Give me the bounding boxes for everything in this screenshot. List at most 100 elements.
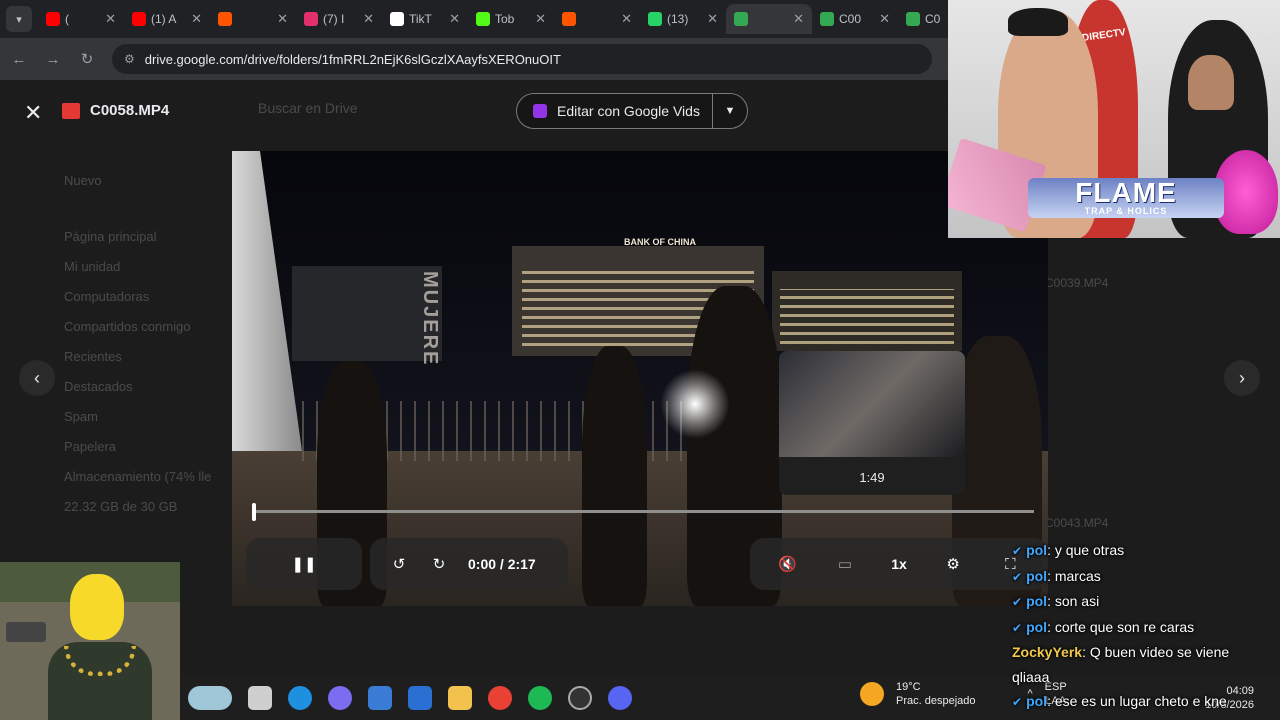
chat-text: : y que otras — [1047, 542, 1125, 558]
playback-speed[interactable]: 1x — [891, 556, 907, 572]
verified-badge-icon: ✔ — [1012, 569, 1023, 584]
copilot-icon[interactable] — [328, 686, 352, 710]
reload-icon[interactable]: ↻ — [78, 50, 96, 68]
file-explorer-icon[interactable] — [448, 686, 472, 710]
chat-text: qliaaa — [1012, 668, 1050, 685]
close-tab-icon[interactable]: ✕ — [449, 11, 460, 27]
browser-tab[interactable]: C00 ✕ — [812, 4, 898, 34]
webcam-person-hair — [1008, 8, 1068, 36]
close-viewer-icon[interactable]: ✕ — [24, 100, 42, 126]
spotify-icon[interactable] — [528, 686, 552, 710]
browser-tab[interactable]: (✕ — [38, 4, 124, 34]
edit-with-vids-main[interactable]: Editar con Google Vids — [517, 94, 713, 128]
chevron-down-icon[interactable]: ▼ — [713, 105, 747, 117]
close-tab-icon[interactable]: ✕ — [621, 11, 632, 27]
browser-tab[interactable]: TikT ✕ — [382, 4, 468, 34]
task-view-icon[interactable] — [248, 686, 272, 710]
weather-widget[interactable]: 19°C Prac. despejado — [896, 680, 976, 708]
close-tab-icon[interactable]: ✕ — [707, 11, 718, 27]
next-file-icon[interactable]: › — [1224, 360, 1260, 396]
back-icon[interactable]: ← — [10, 51, 28, 68]
forward-icon[interactable]: → — [44, 51, 62, 68]
play-pause-control[interactable]: ❚❚ — [246, 538, 362, 590]
browser-tab[interactable]: (1) A ✕ — [124, 4, 210, 34]
pause-icon[interactable]: ❚❚ — [291, 553, 316, 575]
url-text: drive.google.com/drive/folders/1fmRRL2nE… — [144, 51, 561, 67]
screen: ▾ (✕(1) A✕✕(7) I✕TikT✕Tob✕✕(13)✕✕C00✕C0✕… — [0, 0, 1280, 720]
browser-tab[interactable]: Tob ✕ — [468, 4, 554, 34]
chrome-icon[interactable] — [488, 686, 512, 710]
chat-text: : marcas — [1047, 567, 1101, 584]
close-tab-icon[interactable]: ✕ — [105, 11, 116, 27]
store-icon[interactable] — [368, 686, 392, 710]
site-info-icon[interactable]: ⚙ — [124, 52, 135, 66]
scrub-preview-time: 1:49 — [859, 470, 885, 485]
video-light-flash — [660, 369, 730, 439]
tab-label: (7) I — [323, 12, 345, 26]
close-tab-icon[interactable]: ✕ — [535, 11, 546, 27]
drive-sidebar-item: Computadoras — [64, 289, 150, 304]
browser-tab[interactable]: (13) ✕ — [640, 4, 726, 34]
drive-sidebar: Nuevo Página principal Mi unidad Computado… — [30, 166, 230, 514]
drive-sidebar-item: Página principal — [64, 229, 157, 244]
browser-tab[interactable]: (7) I ✕ — [296, 4, 382, 34]
progress-thumb[interactable] — [252, 503, 256, 521]
player-settings-controls: 🔇 ▭ 1x ⚙ ⛶ — [750, 538, 1048, 590]
homer-head — [70, 574, 124, 640]
tab-label: ( — [65, 12, 69, 26]
close-tab-icon[interactable]: ✕ — [879, 11, 890, 27]
outlook-icon[interactable] — [408, 686, 432, 710]
rewind-10-icon[interactable]: ↺ — [388, 553, 410, 575]
settings-gear-icon[interactable]: ⚙ — [942, 553, 964, 575]
progress-bar[interactable] — [252, 510, 1034, 513]
verified-badge-icon: ✔ — [1012, 544, 1023, 558]
chat-message: ✔ pol: y que otras — [1012, 538, 1280, 564]
gun-icon — [6, 622, 46, 642]
close-tab-icon[interactable]: ✕ — [793, 11, 804, 27]
chat-message: qliaaa — [1012, 665, 1280, 690]
tab-label: TikT — [409, 12, 432, 26]
edge-icon[interactable] — [288, 686, 312, 710]
browser-tab[interactable]: ✕ — [554, 4, 640, 34]
close-tab-icon[interactable]: ✕ — [191, 11, 202, 27]
video-file-icon — [62, 103, 80, 119]
previous-file-icon[interactable]: ‹ — [19, 360, 55, 396]
flame-subtitle: TRAP & HOLICS — [1084, 206, 1168, 216]
drive-sidebar-item: Recientes — [64, 349, 122, 364]
kick-icon — [476, 12, 490, 26]
chat-message: ✔ pol: corte que son re caras — [1012, 615, 1280, 641]
tab-list: (✕(1) A✕✕(7) I✕TikT✕Tob✕✕(13)✕✕C00✕C0✕ — [38, 4, 984, 34]
forward-10-icon[interactable]: ↻ — [428, 553, 450, 575]
close-tab-icon[interactable]: ✕ — [277, 11, 288, 27]
instagram-icon — [304, 12, 318, 26]
chat-message: ZockyYerk: Q buen video se viene — [1012, 640, 1280, 665]
tab-label: (1) A — [151, 12, 177, 26]
edit-with-vids-button[interactable]: Editar con Google Vids ▼ — [516, 93, 748, 129]
video-player[interactable]: BANK OF CHINA MUJERE 1:49 ❚❚ ↺ ↻ 0:00 / … — [232, 151, 1048, 606]
tab-label: C00 — [839, 12, 862, 26]
search-icon[interactable] — [188, 686, 232, 710]
flame-title: FLAME — [1075, 177, 1177, 208]
close-tab-icon[interactable]: ✕ — [363, 11, 374, 27]
address-bar[interactable]: ⚙ drive.google.com/drive/folders/1fmRRL2… — [112, 44, 932, 74]
browser-tab[interactable]: ✕ — [726, 4, 812, 34]
scrub-preview: 1:49 — [779, 351, 965, 495]
drive-sidebar-item: Destacados — [64, 379, 133, 394]
obs-icon[interactable] — [568, 686, 592, 710]
drive-icon — [734, 12, 748, 26]
bank-sign-text: BANK OF CHINA — [624, 237, 696, 247]
browser-tab[interactable]: ✕ — [210, 4, 296, 34]
drive-sidebar-item: Spam — [64, 409, 98, 424]
chat-username: ZockyYerk — [1012, 644, 1083, 660]
mute-icon[interactable]: 🔇 — [777, 553, 799, 575]
chat-text: : ese es un lugar cheto e kne — [1047, 693, 1227, 709]
discord-icon[interactable] — [608, 686, 632, 710]
drive-sidebar-item: Papelera — [64, 439, 117, 454]
chat-username: pol — [1026, 593, 1048, 609]
file-name: C0058.MP4 — [90, 102, 170, 119]
tab-search-icon[interactable]: ▾ — [6, 6, 32, 32]
soundcloud-icon — [562, 12, 576, 26]
drive-sidebar-item: Compartidos conmigo — [64, 319, 191, 334]
whatsapp-icon — [648, 12, 662, 26]
captions-icon[interactable]: ▭ — [834, 553, 856, 575]
